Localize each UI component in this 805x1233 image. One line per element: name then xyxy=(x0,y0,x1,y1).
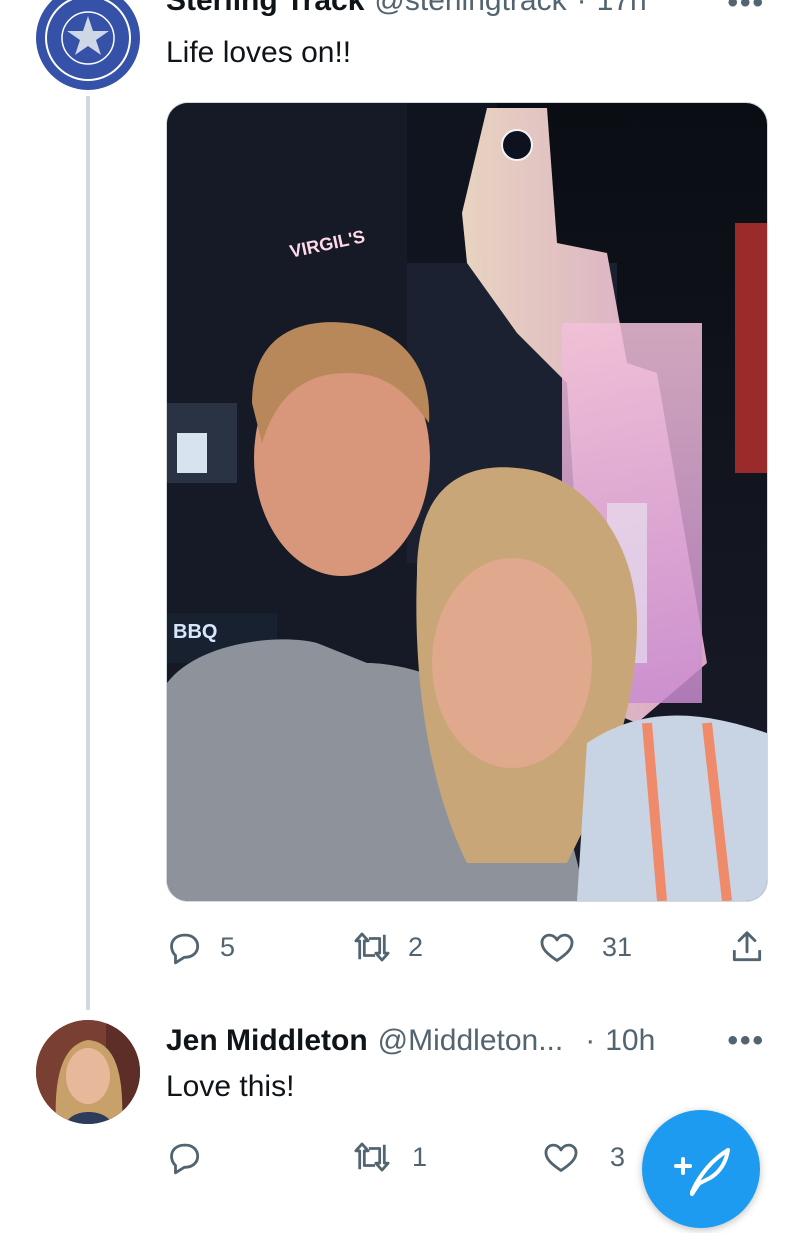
display-name[interactable]: Jen Middleton xyxy=(166,1024,368,1058)
tweet-header: Sterling Track @sterlingtrack · 17h xyxy=(166,0,647,18)
compose-icon xyxy=(674,1148,730,1196)
like-icon xyxy=(544,1143,578,1172)
selfie-photo: BBQ VIRGIL'S xyxy=(167,103,767,901)
team-logo-icon xyxy=(38,0,138,88)
share-icon xyxy=(732,931,762,962)
more-icon[interactable]: ••• xyxy=(727,0,765,20)
separator-dot: · xyxy=(585,1024,596,1057)
reply-button[interactable] xyxy=(166,1138,352,1176)
retweet-icon xyxy=(354,932,390,962)
retweet-icon xyxy=(354,1142,390,1172)
reply-icon xyxy=(170,1143,200,1175)
reply-text: Love this! xyxy=(166,1070,295,1103)
display-name[interactable]: Sterling Track xyxy=(166,0,364,18)
user-handle[interactable]: @sterlingtrack xyxy=(374,0,566,18)
like-icon xyxy=(540,933,574,962)
tweet-photo[interactable]: BBQ VIRGIL'S xyxy=(166,102,768,902)
user-handle[interactable]: @Middleton... xyxy=(378,1024,564,1058)
more-icon[interactable]: ••• xyxy=(727,1024,765,1058)
retweet-button[interactable]: 1 xyxy=(352,1138,542,1176)
avatar-sterling-track[interactable] xyxy=(36,0,140,90)
like-count: 3 xyxy=(610,1141,626,1172)
like-button[interactable]: 3 xyxy=(542,1138,625,1176)
svg-text:BBQ: BBQ xyxy=(173,621,217,643)
tweet-actions: 5 2 31 xyxy=(166,928,766,966)
like-count: 31 xyxy=(602,931,633,962)
separator-dot: · xyxy=(576,0,587,17)
tweet-text: Life loves on!! xyxy=(166,36,352,69)
avatar-jen-middleton[interactable] xyxy=(36,1020,140,1124)
reply-button[interactable]: 5 xyxy=(166,928,352,966)
compose-tweet-button[interactable] xyxy=(642,1110,760,1228)
reply-icon xyxy=(170,933,200,965)
retweet-count: 1 xyxy=(412,1141,428,1172)
retweet-count: 2 xyxy=(408,931,424,962)
retweet-button[interactable]: 2 xyxy=(352,928,538,966)
timestamp[interactable]: 17h xyxy=(597,0,647,18)
profile-photo xyxy=(36,1020,140,1124)
share-button[interactable] xyxy=(728,928,766,966)
like-button[interactable]: 31 xyxy=(538,928,728,966)
reply-count: 5 xyxy=(220,931,236,962)
timestamp[interactable]: 10h xyxy=(605,1024,655,1058)
thread-connector-line xyxy=(86,96,90,1010)
reply-header: Jen Middleton @Middleton... · 10h xyxy=(166,1024,655,1058)
